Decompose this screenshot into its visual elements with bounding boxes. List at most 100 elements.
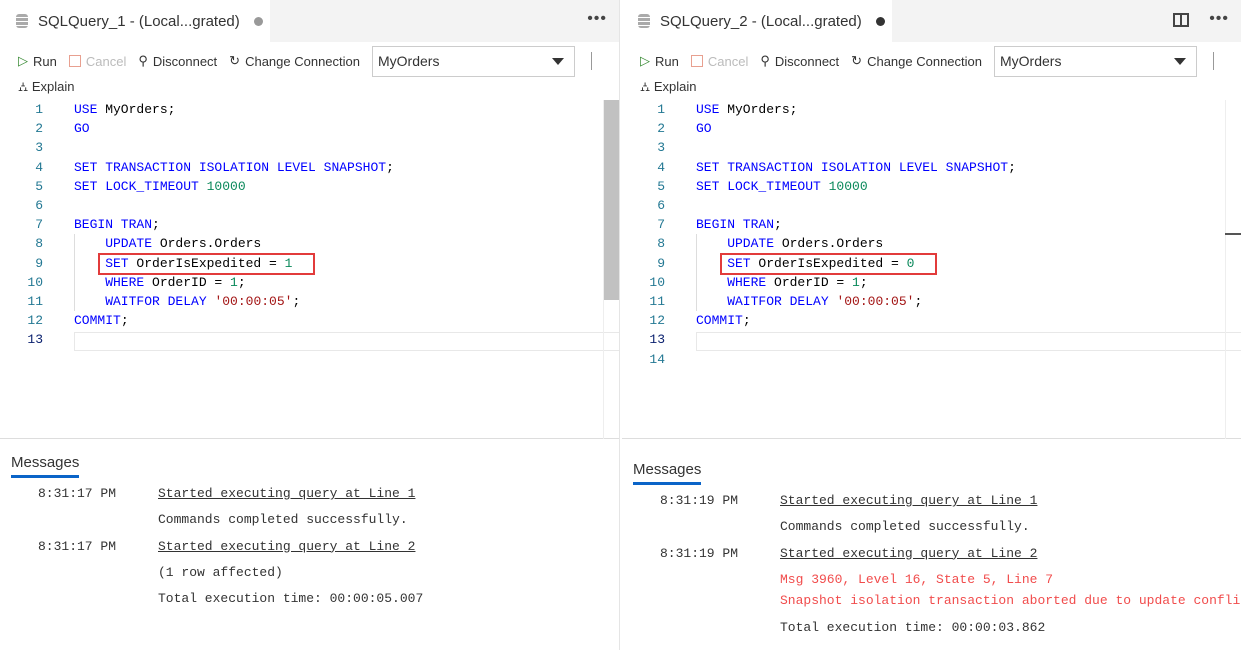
unsaved-dot-icon <box>253 16 263 26</box>
code-token: ; <box>859 274 868 290</box>
code-token: 10000 <box>206 178 246 194</box>
code-token: ; <box>742 313 751 329</box>
message-text: Total execution time: 00:00:05.007 <box>158 591 424 607</box>
code-token: OrderID = <box>144 274 231 290</box>
messages-panel: Messages 8:31:17 PM Started executing quer… <box>0 452 619 650</box>
run-button-label: Run <box>655 53 679 69</box>
line-number: 12 <box>27 313 43 329</box>
message-link[interactable]: Started executing query at Line 1 <box>780 493 1037 508</box>
run-button[interactable]: ▷ Run <box>18 53 57 69</box>
explain-button[interactable]: ⛼ Explain <box>18 79 74 97</box>
vertical-scrollbar[interactable] <box>1225 100 1241 439</box>
cancel-button-label: Cancel <box>707 53 749 69</box>
code-editor[interactable]: 1 USE MyOrders; 2 GO 3 4 SET TRANSACTION ISOLA… <box>622 100 1241 439</box>
line-number: 13 <box>649 332 665 348</box>
database-select[interactable]: MyOrders <box>994 45 1197 77</box>
messages-tab[interactable]: Messages <box>633 461 702 485</box>
disconnect-button[interactable]: ⚲ Disconnect <box>138 53 217 69</box>
run-button-label: Run <box>33 53 57 69</box>
code-text: COMMIT; <box>696 311 751 330</box>
more-actions-icon[interactable]: ••• <box>1209 10 1229 28</box>
message-text: Commands completed successfully. <box>158 512 408 528</box>
code-text: WAITFOR DELAY '00:00:05'; <box>74 292 300 311</box>
code-text: COMMIT; <box>74 311 129 330</box>
change-connection-button[interactable]: ↻ Change Connection <box>851 53 982 69</box>
database-select[interactable]: MyOrders <box>372 45 575 77</box>
message-link[interactable]: Started executing query at Line 2 <box>158 539 415 554</box>
database-icon <box>16 14 28 28</box>
chevron-down-icon <box>552 57 564 65</box>
line-number: 5 <box>657 178 665 194</box>
change-connection-button-label: Change Connection <box>867 53 982 69</box>
code-token: ; <box>292 294 301 309</box>
change-connection-button-label: Change Connection <box>245 53 360 69</box>
disconnect-button[interactable]: ⚲ Disconnect <box>760 53 839 69</box>
change-connection-button[interactable]: ↻ Change Connection <box>229 53 360 69</box>
code-line: 6 <box>622 196 1241 215</box>
message-text: Total execution time: 00:00:03.862 <box>780 619 1046 635</box>
database-icon <box>638 14 650 28</box>
code-line: 4 SET TRANSACTION ISOLATION LEVEL SNAPSHO… <box>622 158 1241 177</box>
code-token: MyOrders; <box>719 102 798 117</box>
code-text: SET TRANSACTION ISOLATION LEVEL SNAPSHOT… <box>74 158 394 177</box>
line-number: 3 <box>35 140 43 156</box>
code-text: SET TRANSACTION ISOLATION LEVEL SNAPSHOT… <box>696 158 1016 177</box>
code-line: 11 WAITFOR DELAY '00:00:05'; <box>0 292 619 311</box>
code-editor[interactable]: 1 USE MyOrders; 2 GO 3 4 SET TRANSACTION ISOLA… <box>0 100 619 439</box>
code-text: WAITFOR DELAY '00:00:05'; <box>696 292 922 311</box>
code-line: 3 <box>0 138 619 157</box>
code-text: WHERE OrderID = 1; <box>696 273 868 292</box>
run-icon: ▷ <box>18 53 28 68</box>
vertical-scrollbar[interactable] <box>603 100 619 439</box>
toolbar-divider <box>1213 52 1214 70</box>
toolbar: ▷ Run Cancel ⚲ Disconnect ↻ Change Connection M… <box>640 44 1241 78</box>
code-line: 5 SET LOCK_TIMEOUT 10000 <box>0 177 619 196</box>
line-number: 11 <box>649 294 665 309</box>
scrollbar-thumb[interactable] <box>604 100 619 300</box>
editor-tab[interactable]: SQLQuery_2 - (Local...grated) <box>622 0 892 42</box>
messages-tab[interactable]: Messages <box>11 454 80 478</box>
disconnect-button-label: Disconnect <box>774 53 840 69</box>
code-token: COMMIT <box>696 313 743 329</box>
code-token: 1 <box>230 274 238 290</box>
code-text: UPDATE Orders.Orders <box>696 234 883 253</box>
code-text: USE MyOrders; <box>74 100 175 119</box>
more-actions-icon[interactable]: ••• <box>587 10 607 28</box>
line-number: 12 <box>649 313 665 329</box>
chevron-down-icon <box>1174 57 1186 65</box>
code-token: MyOrders; <box>97 102 176 117</box>
run-button[interactable]: ▷ Run <box>640 53 679 69</box>
code-token: '00:00:05' <box>214 294 293 309</box>
code-line: 2 GO <box>622 119 1241 138</box>
line-number: 2 <box>657 121 665 137</box>
code-token: COMMIT <box>74 313 121 329</box>
line-number: 7 <box>657 217 665 233</box>
cancel-button[interactable]: Cancel <box>68 54 126 69</box>
code-token: UPDATE <box>696 236 775 252</box>
code-token: 1 <box>852 274 860 290</box>
line-number: 3 <box>657 140 665 156</box>
message-link[interactable]: Started executing query at Line 1 <box>158 486 415 501</box>
code-token: SET TRANSACTION ISOLATION LEVEL SNAPSHOT <box>74 159 387 175</box>
toolbar: ▷ Run Cancel ⚲ Disconnect ↻ Change Connection M… <box>18 44 619 78</box>
line-number: 6 <box>657 198 665 213</box>
line-number: 1 <box>657 102 665 117</box>
message-link[interactable]: Started executing query at Line 2 <box>780 546 1037 561</box>
code-line: 2 GO <box>0 119 619 138</box>
code-token: UPDATE <box>74 236 153 252</box>
split-editor-icon[interactable] <box>1173 13 1189 27</box>
code-line: 14 <box>622 350 1241 369</box>
cancel-button[interactable]: Cancel <box>690 53 749 69</box>
explain-button[interactable]: ⛼ Explain <box>640 79 696 97</box>
highlight-box <box>98 252 315 275</box>
line-number: 4 <box>657 159 665 175</box>
tab-title: SQLQuery_2 - (Local...grated) <box>660 12 862 30</box>
code-text: BEGIN TRAN; <box>74 215 160 234</box>
line-number: 13 <box>27 332 43 348</box>
code-line: 1 USE MyOrders; <box>0 100 619 119</box>
scrollbar-marker <box>1225 233 1241 235</box>
code-line: 4 SET TRANSACTION ISOLATION LEVEL SNAPSHO… <box>0 158 619 177</box>
editor-tab[interactable]: SQLQuery_1 - (Local...grated) <box>0 0 270 42</box>
run-icon: ▷ <box>640 53 650 68</box>
code-token: ; <box>774 217 782 233</box>
